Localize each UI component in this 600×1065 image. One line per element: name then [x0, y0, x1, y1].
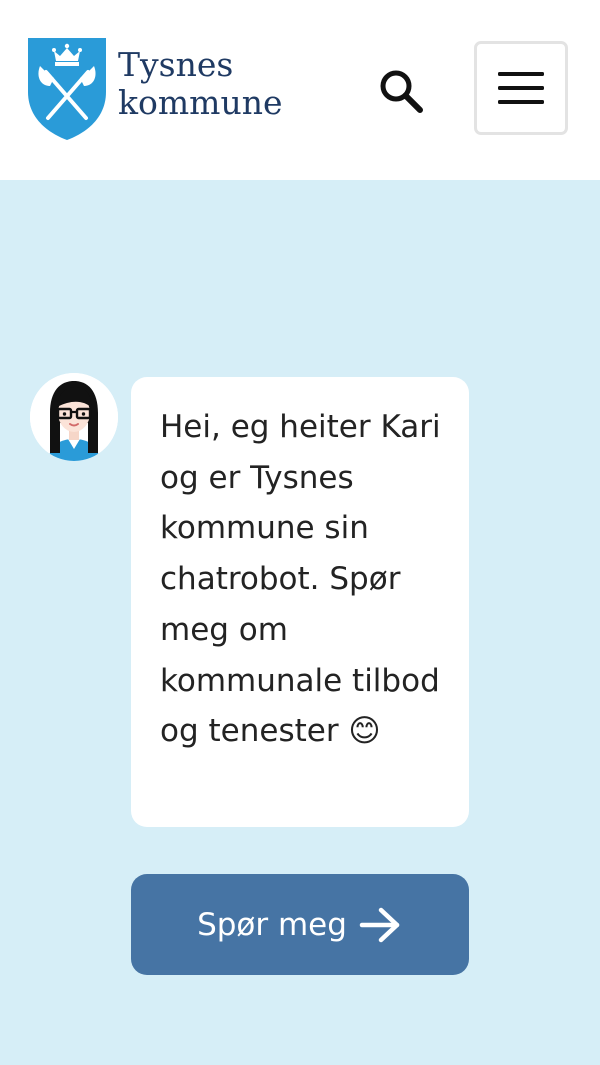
search-button[interactable] — [372, 62, 430, 120]
logo-line-2: kommune — [118, 83, 283, 122]
logo-line-1: Tysnes — [118, 45, 234, 84]
chatbot-avatar — [30, 373, 118, 461]
ask-me-button-label: Spør meg — [197, 906, 347, 943]
chat-message-text: Hei, eg heiter Kari og er Tysnes kommune… — [160, 409, 441, 750]
menu-button[interactable] — [474, 41, 568, 135]
site-header: Tysnes kommune — [0, 0, 600, 180]
search-icon — [380, 70, 423, 113]
home-logo-link[interactable]: Tysnes kommune — [26, 36, 282, 146]
hamburger-menu-icon — [498, 72, 544, 104]
tysnes-crest-icon — [28, 38, 106, 140]
arrow-right-icon — [359, 907, 400, 942]
chatbot-section: Hei, eg heiter Kari og er Tysnes kommune… — [0, 180, 600, 1065]
logo-text: Tysnes kommune — [118, 46, 282, 122]
chat-message-bubble: Hei, eg heiter Kari og er Tysnes kommune… — [131, 377, 469, 827]
ask-me-button[interactable]: Spør meg — [131, 874, 469, 975]
chatbot-avatar-icon — [30, 373, 118, 461]
